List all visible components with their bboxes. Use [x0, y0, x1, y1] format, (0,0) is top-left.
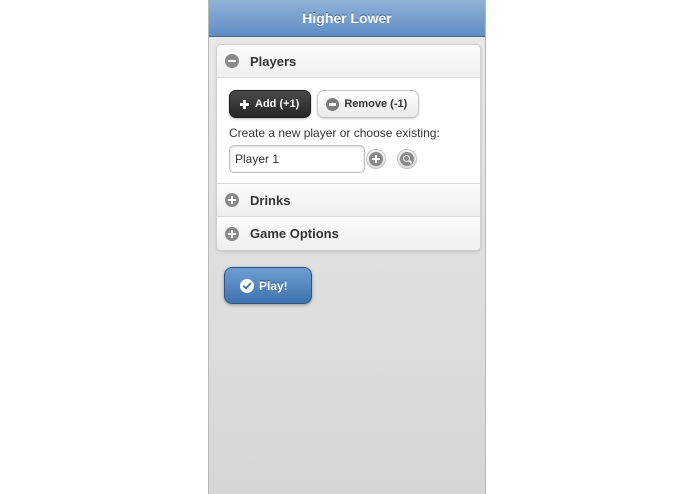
plus-circle-icon [369, 152, 383, 166]
search-player-button[interactable] [397, 149, 417, 169]
plus-circle-icon [225, 193, 239, 207]
game-options-section-title: Game Options [250, 226, 339, 241]
players-section-header[interactable]: Players [217, 45, 480, 78]
players-section-body: Add (+1) Remove (-1) Create a new player… [217, 78, 480, 184]
game-options-section-header[interactable]: Game Options [217, 217, 480, 250]
app-window: Higher Lower Players Add (+1) Remove (-1… [208, 0, 486, 494]
plus-icon [240, 99, 249, 109]
plus-circle-icon [225, 226, 239, 241]
minus-circle-icon [326, 97, 340, 111]
remove-player-label: Remove (-1) [344, 98, 408, 110]
play-label: Play! [259, 278, 288, 293]
check-icon [240, 278, 254, 293]
remove-player-button[interactable]: Remove (-1) [317, 90, 420, 118]
page-title: Higher Lower [302, 10, 392, 26]
add-new-player-button[interactable] [366, 149, 386, 169]
players-section-title: Players [250, 53, 297, 69]
search-icon [400, 152, 414, 166]
add-player-label: Add (+1) [255, 98, 300, 110]
player-name-input[interactable] [229, 145, 365, 173]
player-prompt: Create a new player or choose existing: [229, 126, 440, 140]
add-player-button[interactable]: Add (+1) [229, 90, 312, 118]
drinks-section-title: Drinks [250, 192, 291, 208]
settings-accordion: Players Add (+1) Remove (-1) Create a ne… [216, 44, 481, 251]
drinks-section-header[interactable]: Drinks [217, 184, 480, 217]
app-header: Higher Lower [209, 0, 485, 37]
play-button[interactable]: Play! [224, 267, 312, 304]
minus-circle-icon [225, 54, 239, 68]
